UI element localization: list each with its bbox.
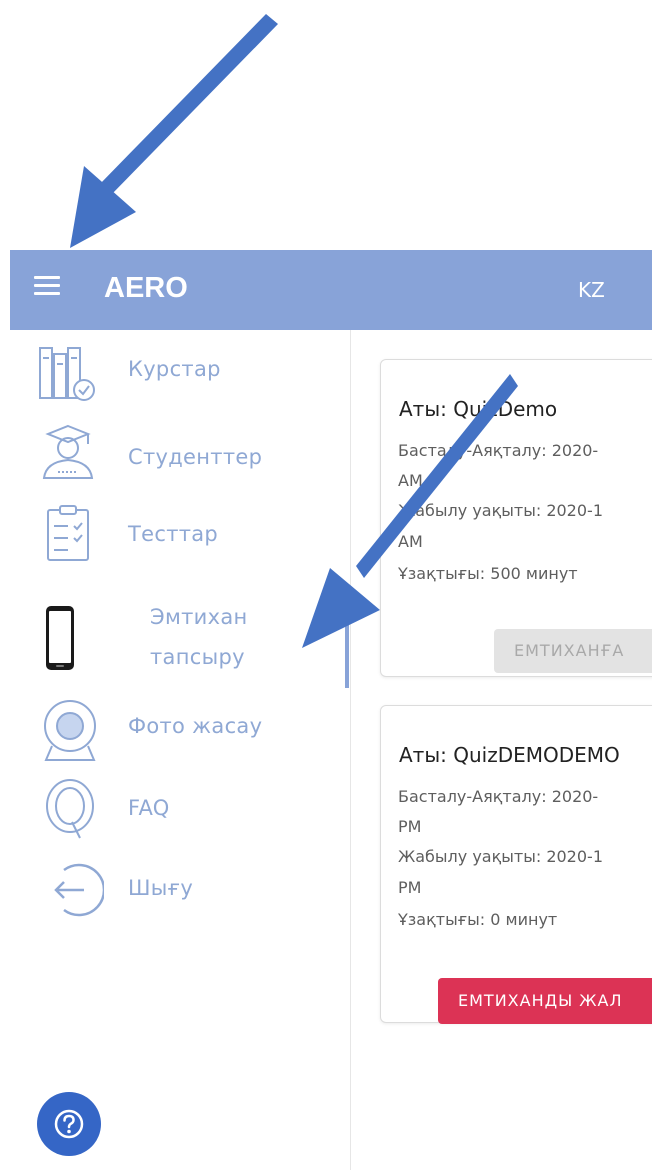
- app-brand: AERO: [104, 272, 188, 304]
- sidebar-item-label: Тесттар: [128, 522, 219, 546]
- active-indicator: [345, 602, 349, 688]
- quiz-duration: Ұзақтығы: 500 минут: [398, 564, 578, 583]
- tablet-icon: [46, 606, 74, 670]
- sidebar-item-tests[interactable]: Тесттар: [0, 500, 348, 570]
- quiz-start-end: Басталу-Аяқталу: 2020-: [398, 441, 599, 460]
- sidebar: Курстар Студенттер Тесттар Эмтихан тапсы…: [0, 330, 351, 1170]
- quiz-title: Аты: QuizDEMODEMO: [399, 743, 620, 767]
- start-exam-button[interactable]: ЕМТИХАНДЫ ЖАЛ: [438, 978, 652, 1024]
- webcam-icon: [44, 700, 96, 761]
- quiz-list: Аты: QuizDemo Басталу-Аяқталу: 2020- AM …: [351, 330, 652, 1170]
- sidebar-item-students[interactable]: Студенттер: [0, 422, 348, 486]
- help-button[interactable]: [37, 1092, 101, 1156]
- sidebar-item-label-line: тапсыру: [150, 645, 245, 669]
- quiz-card: Аты: QuizDemo Басталу-Аяқталу: 2020- AM …: [380, 359, 652, 677]
- quiz-close-time: Жабылу уақыты: 2020-1: [398, 847, 603, 866]
- courses-icon: [39, 347, 95, 401]
- faq-icon: [46, 779, 94, 839]
- sidebar-item-label: Фото жасау: [128, 714, 263, 738]
- sidebar-item-label-line: Эмтихан: [150, 605, 248, 629]
- sidebar-item-label: Шығу: [128, 876, 194, 900]
- quiz-close-time-suffix: AM: [398, 532, 423, 551]
- quiz-card: Аты: QuizDEMODEMO Басталу-Аяқталу: 2020-…: [380, 705, 652, 1024]
- sidebar-item-photo[interactable]: Фото жасау: [0, 696, 348, 766]
- sidebar-item-label: Эмтихан тапсыру: [150, 597, 248, 677]
- quiz-start-end-suffix: AM: [398, 471, 423, 490]
- quiz-close-time: Жабылу уақыты: 2020-1: [398, 501, 603, 520]
- sidebar-item-courses[interactable]: Курстар: [0, 342, 348, 406]
- sidebar-item-label: Курстар: [128, 357, 221, 381]
- start-exam-button: ЕМТИХАНҒА: [494, 629, 652, 673]
- sidebar-item-faq[interactable]: FAQ: [0, 774, 348, 846]
- quiz-duration: Ұзақтығы: 0 минут: [398, 910, 558, 929]
- sidebar-item-logout[interactable]: Шығу: [0, 854, 348, 926]
- language-switcher[interactable]: KZ: [578, 278, 605, 302]
- arrow-to-menu-shaft: [98, 14, 278, 196]
- quiz-start-end-suffix: PM: [398, 817, 422, 836]
- sidebar-item-label: Студенттер: [128, 445, 263, 469]
- students-icon: [42, 424, 94, 479]
- hamburger-menu-icon[interactable]: [34, 276, 60, 296]
- help-icon: [54, 1109, 84, 1139]
- sidebar-item-label: FAQ: [128, 796, 170, 820]
- quiz-close-time-suffix: PM: [398, 878, 422, 897]
- arrow-to-menu-head: [70, 166, 136, 248]
- logout-icon: [54, 863, 104, 917]
- app-bar: AERO KZ: [10, 250, 652, 330]
- sidebar-item-take-exam[interactable]: Эмтихан тапсыру: [0, 588, 348, 688]
- tests-icon: [47, 505, 89, 561]
- quiz-title: Аты: QuizDemo: [399, 397, 558, 421]
- quiz-start-end: Басталу-Аяқталу: 2020-: [398, 787, 599, 806]
